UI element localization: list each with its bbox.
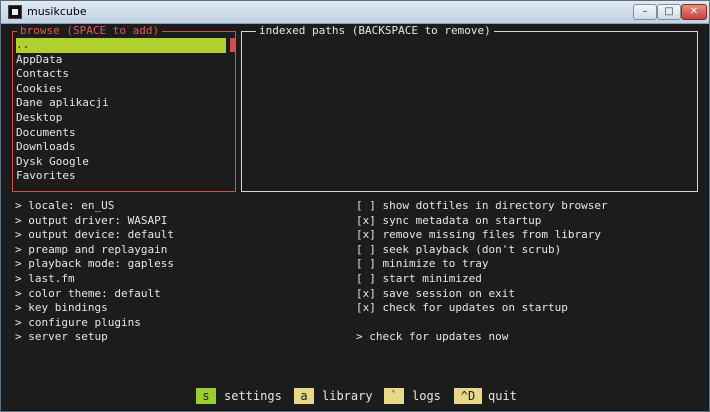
setting-preamp-replaygain[interactable]: > preamp and replaygain (15, 243, 174, 258)
setting-output-device[interactable]: > output device: default (15, 228, 174, 243)
browse-panel[interactable]: browse (SPACE to add) .. AppData Contact… (12, 24, 236, 192)
setting-key-bindings[interactable]: > key bindings (15, 301, 174, 316)
browse-item[interactable]: Favorites (16, 169, 231, 184)
setting-locale[interactable]: > locale: en_US (15, 199, 174, 214)
checkbox-remove-missing[interactable]: [x] remove missing files from library (356, 228, 608, 243)
indexed-paths-panel[interactable]: indexed paths (BACKSPACE to remove) (241, 24, 698, 192)
browse-item[interactable]: Contacts (16, 67, 231, 82)
options-list: [ ] show dotfiles in directory browser [… (356, 199, 608, 345)
close-button[interactable]: ✕ (681, 4, 707, 20)
window-title: musikcube (27, 5, 87, 18)
setting-output-driver[interactable]: > output driver: WASAPI (15, 214, 174, 229)
check-updates-now-button[interactable]: > check for updates now (356, 330, 608, 345)
footer-key-logs[interactable]: ` (384, 388, 404, 404)
setting-server-setup[interactable]: > server setup (15, 330, 174, 345)
setting-playback-mode[interactable]: > playback mode: gapless (15, 257, 174, 272)
checkbox-show-dotfiles[interactable]: [ ] show dotfiles in directory browser (356, 199, 608, 214)
browse-item[interactable]: Cookies (16, 82, 231, 97)
browse-item[interactable]: Downloads (16, 140, 231, 155)
checkbox-save-session[interactable]: [x] save session on exit (356, 287, 608, 302)
app-window: musikcube – □ ✕ browse (SPACE to add) ..… (0, 0, 710, 412)
footer-label-settings[interactable]: settings (224, 388, 282, 404)
musikcube-app-icon (8, 5, 22, 19)
footer-key-settings[interactable]: s (196, 388, 216, 404)
checkbox-check-updates-startup[interactable]: [x] check for updates on startup (356, 301, 608, 316)
settings-list: > locale: en_US > output driver: WASAPI … (15, 199, 174, 345)
footer-label-library[interactable]: library (322, 388, 373, 404)
terminal-area: browse (SPACE to add) .. AppData Contact… (2, 24, 708, 411)
indexed-paths-title: indexed paths (BACKSPACE to remove) (256, 24, 494, 38)
minimize-button[interactable]: – (633, 4, 657, 20)
browse-list[interactable]: .. AppData Contacts Cookies Dane aplikac… (16, 38, 231, 184)
setting-configure-plugins[interactable]: > configure plugins (15, 316, 174, 331)
browse-item[interactable]: Documents (16, 126, 231, 141)
browse-item[interactable]: Dane aplikacji (16, 96, 231, 111)
footer-bar: s settings a library ` logs ^D quit (2, 385, 708, 404)
browse-scrollbar-thumb[interactable] (230, 38, 235, 52)
maximize-button[interactable]: □ (657, 4, 681, 20)
browse-item[interactable]: AppData (16, 53, 231, 68)
checkbox-start-minimized[interactable]: [ ] start minimized (356, 272, 608, 287)
browse-item-parent[interactable]: .. (16, 38, 226, 53)
browse-item[interactable]: Dysk Google (16, 155, 231, 170)
footer-label-logs[interactable]: logs (412, 388, 441, 404)
setting-lastfm[interactable]: > last.fm (15, 272, 174, 287)
checkbox-seek-playback[interactable]: [ ] seek playback (don't scrub) (356, 243, 608, 258)
footer-label-quit[interactable]: quit (488, 388, 517, 404)
browse-panel-title: browse (SPACE to add) (17, 24, 163, 38)
title-bar[interactable]: musikcube – □ ✕ (1, 1, 709, 24)
footer-key-library[interactable]: a (294, 388, 314, 404)
browse-item[interactable]: Desktop (16, 111, 231, 126)
footer-key-quit[interactable]: ^D (454, 388, 482, 404)
setting-color-theme[interactable]: > color theme: default (15, 287, 174, 302)
checkbox-sync-metadata[interactable]: [x] sync metadata on startup (356, 214, 608, 229)
checkbox-minimize-tray[interactable]: [ ] minimize to tray (356, 257, 608, 272)
